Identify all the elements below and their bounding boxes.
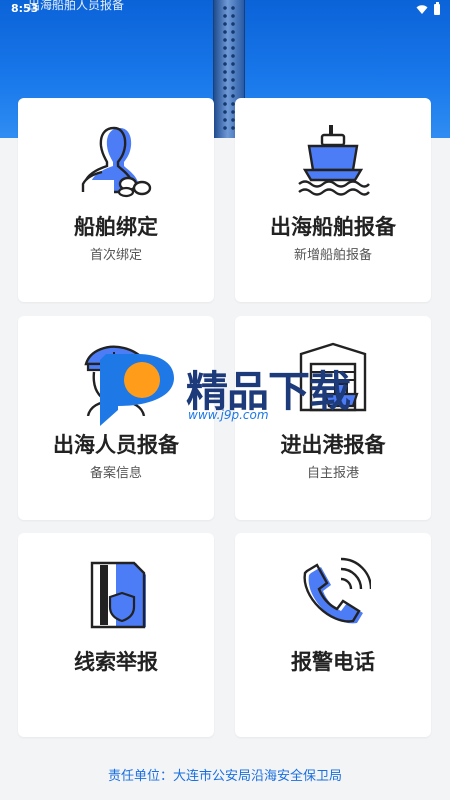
app-title: 出海船舶人员报备 — [28, 0, 125, 12]
card-vessel-report[interactable]: 出海船舶报备 新增船舶报备 — [235, 98, 431, 302]
card-subtitle: 备案信息 — [89, 466, 142, 481]
card-subtitle: 自主报港 — [306, 466, 359, 481]
status-time: 8:53 — [11, 2, 39, 15]
sailor-icon — [84, 345, 148, 416]
ship-icon — [298, 125, 370, 196]
card-subtitle: 新增船舶报备 — [293, 248, 372, 263]
card-title: 出海人员报备 — [53, 433, 179, 457]
person-chain-icon — [80, 126, 152, 198]
card-title: 线索举报 — [74, 650, 158, 674]
footer-responsible-unit: 责任单位：大连市公安局沿海安全保卫局 — [107, 769, 342, 784]
card-tip-report[interactable]: 线索举报 — [18, 533, 214, 737]
status-bar: 出海船舶人员报备 8:53 — [0, 0, 450, 20]
battery-icon — [434, 1, 440, 15]
card-vessel-binding[interactable]: 船舶绑定 首次绑定 — [18, 98, 214, 302]
card-title: 船舶绑定 — [74, 215, 158, 239]
card-crew-report[interactable]: 出海人员报备 备案信息 — [18, 316, 214, 520]
card-title: 出海船舶报备 — [270, 215, 396, 239]
card-subtitle: 首次绑定 — [89, 248, 142, 263]
card-title: 报警电话 — [291, 650, 375, 674]
card-emergency-phone[interactable]: 报警电话 — [235, 533, 431, 737]
phone-icon — [303, 557, 371, 624]
card-title: 进出港报备 — [280, 433, 386, 457]
wifi-icon — [416, 5, 428, 14]
port-garage-icon — [299, 342, 367, 412]
document-shield-icon — [90, 561, 146, 629]
card-port-report[interactable]: 进出港报备 自主报港 — [235, 316, 431, 520]
